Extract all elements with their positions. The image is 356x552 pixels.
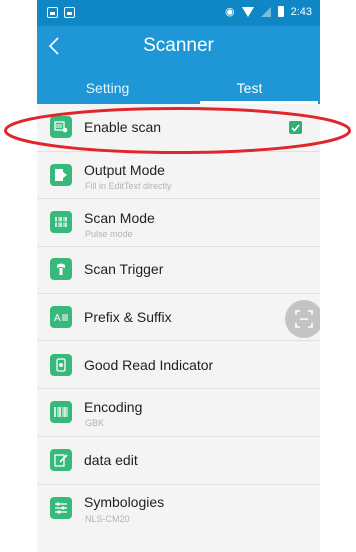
notification-icon <box>47 7 58 18</box>
setting-title: Encoding <box>84 399 143 415</box>
tab-test[interactable]: Test <box>179 66 320 104</box>
setting-item-output-mode[interactable]: Output Mode Fill in EditText directly <box>37 152 320 198</box>
encoding-icon <box>50 401 72 423</box>
setting-title: Good Read Indicator <box>84 357 214 373</box>
setting-title: data edit <box>84 452 138 468</box>
setting-subtitle: NLS-CM20 <box>85 514 130 524</box>
setting-subtitle: GBK <box>85 418 105 428</box>
tab-bar: Setting Test <box>37 66 320 104</box>
good-read-indicator-icon <box>50 354 72 376</box>
app-bar: Scanner <box>37 26 320 66</box>
notification-icon <box>64 7 75 18</box>
wifi-icon <box>241 6 254 17</box>
setting-item-scan-trigger[interactable]: Scan Trigger <box>37 247 320 293</box>
svg-text:A: A <box>54 313 61 323</box>
prefix-suffix-icon: A <box>50 306 72 328</box>
setting-item-good-read-indicator[interactable]: Good Read Indicator <box>37 341 320 388</box>
enable-scan-checkbox[interactable] <box>289 121 302 134</box>
symbologies-icon <box>50 497 72 519</box>
setting-title: Symbologies <box>84 494 165 510</box>
scan-icon <box>295 310 313 328</box>
floating-scan-button[interactable] <box>285 300 320 338</box>
setting-title: Scan Mode <box>84 210 155 226</box>
setting-item-data-edit[interactable]: data edit <box>37 437 320 484</box>
setting-item-encoding[interactable]: Encoding GBK <box>37 389 320 436</box>
output-mode-icon <box>50 164 72 186</box>
phone-screen: ◉ 2:43 Scanner Setting Test Enable scan … <box>37 0 320 552</box>
page-title: Scanner <box>143 35 214 56</box>
setting-item-prefix-suffix[interactable]: A Prefix & Suffix <box>37 294 320 340</box>
setting-subtitle: Pulse mode <box>85 229 133 239</box>
scan-trigger-icon <box>50 258 72 280</box>
setting-title: Output Mode <box>84 162 165 178</box>
status-time: 2:43 <box>290 5 312 18</box>
setting-item-scan-mode[interactable]: Scan Mode Pulse mode <box>37 199 320 246</box>
signal-icon <box>260 6 271 17</box>
setting-title: Scan Trigger <box>84 261 164 277</box>
setting-title: Prefix & Suffix <box>84 309 172 325</box>
setting-item-enable-scan[interactable]: Enable scan <box>37 104 320 151</box>
status-bar: ◉ 2:43 <box>37 0 320 26</box>
vibrate-icon: ◉ <box>224 5 235 18</box>
setting-title: Enable scan <box>84 119 162 135</box>
enable-scan-icon <box>50 116 72 138</box>
battery-icon <box>277 6 284 17</box>
setting-subtitle: Fill in EditText directly <box>85 181 172 191</box>
setting-item-symbologies[interactable]: Symbologies NLS-CM20 <box>37 485 320 552</box>
scan-mode-icon <box>50 211 72 233</box>
tab-setting[interactable]: Setting <box>37 66 178 104</box>
data-edit-icon <box>50 449 72 471</box>
